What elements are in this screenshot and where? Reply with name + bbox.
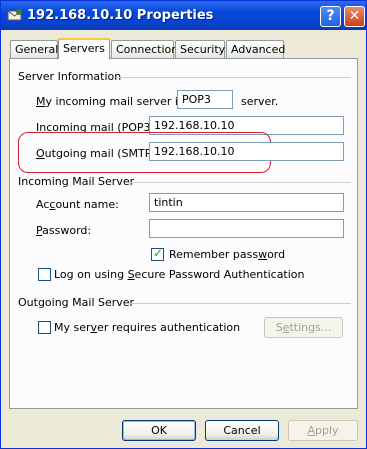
tab-security[interactable]: Security	[175, 40, 225, 58]
password-label: Password:	[36, 224, 92, 237]
secure-password-auth-checkbox[interactable]	[38, 268, 51, 281]
help-button[interactable]: ?	[320, 6, 341, 27]
server-type-suffix: server.	[241, 95, 279, 108]
close-button[interactable]: ✕	[344, 6, 365, 27]
server-information-heading: Server Information	[18, 70, 122, 83]
checkmark-icon: ✓	[153, 246, 164, 260]
remember-password-label: Remember password	[169, 248, 286, 261]
remember-password-checkbox[interactable]: ✓	[151, 246, 164, 261]
tab-servers[interactable]: Servers	[58, 38, 110, 59]
outgoing-mail-label: Outgoing mail (SMTP):	[36, 147, 160, 160]
incoming-server-type-label: My incoming mail server is a	[36, 95, 194, 108]
server-type-field[interactable]: POP3	[177, 90, 233, 109]
close-icon: ✕	[348, 8, 361, 24]
outgoing-mail-server-heading: Outgoing Mail Server	[18, 296, 135, 309]
section-divider	[127, 182, 351, 183]
section-divider	[117, 77, 351, 78]
server-requires-auth-checkbox[interactable]	[38, 321, 51, 334]
server-requires-auth-label: My server requires authentication	[54, 321, 241, 334]
mail-account-icon	[7, 9, 22, 21]
help-icon: ?	[326, 8, 335, 24]
properties-dialog: 192.168.10.10 Properties ? ✕ General Ser…	[0, 0, 367, 449]
tab-connection[interactable]: Connection	[111, 40, 178, 58]
outgoing-mail-server-input[interactable]: 192.168.10.10	[149, 142, 344, 161]
password-input[interactable]	[149, 219, 344, 238]
settings-button[interactable]: Settings...	[264, 317, 343, 338]
tab-general[interactable]: General	[10, 40, 58, 58]
incoming-mail-server-heading: Incoming Mail Server	[18, 175, 135, 188]
tab-advanced[interactable]: Advanced	[226, 40, 285, 58]
account-name-input[interactable]: tintin	[149, 193, 344, 212]
title-bar[interactable]: 192.168.10.10 Properties ? ✕	[1, 1, 366, 30]
account-name-label: Account name:	[36, 198, 119, 211]
section-divider	[129, 303, 351, 304]
apply-button[interactable]: Apply	[288, 420, 358, 441]
cancel-button[interactable]: Cancel	[205, 420, 279, 441]
secure-password-auth-label: Log on using Secure Password Authenticat…	[54, 268, 305, 281]
window-title: 192.168.10.10 Properties	[27, 8, 214, 23]
ok-button[interactable]: OK	[122, 420, 196, 441]
